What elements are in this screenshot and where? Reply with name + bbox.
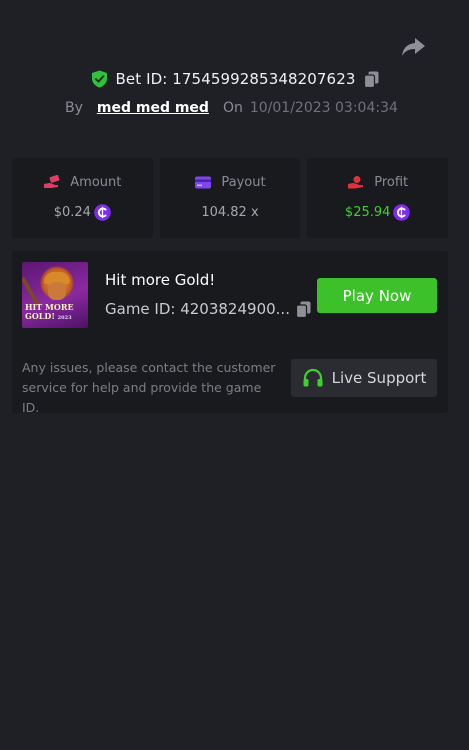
game-thumbnail[interactable]: HIT MORE GOLD! 2023: [22, 262, 88, 328]
game-id-row: Game ID: 4203824900...: [105, 300, 311, 318]
stat-label: Profit: [374, 175, 409, 190]
amount-value: $0.24: [53, 204, 91, 220]
stat-label: Payout: [221, 175, 266, 190]
hand-coins-icon: [44, 175, 60, 188]
copy-icon[interactable]: [295, 301, 311, 318]
bet-id-row: Bet ID: 1754599285348207623: [0, 68, 469, 90]
live-support-button[interactable]: Live Support: [291, 359, 437, 397]
stat-value: 104.82 x: [201, 203, 258, 221]
share-arrow-icon[interactable]: [401, 36, 427, 58]
bet-id-text: Bet ID: 1754599285348207623: [115, 70, 356, 88]
bet-datetime: 10/01/2023 03:04:34: [249, 100, 398, 116]
game-title: Hit more Gold!: [105, 271, 216, 289]
payout-value: 104.82 x: [201, 204, 259, 220]
stat-label: Amount: [70, 175, 122, 190]
bet-author-row: By med med med On 10/01/2023 03:04:34: [65, 97, 398, 119]
stat-payout: Payout 104.82 x: [159, 158, 301, 238]
on-label: On: [222, 100, 243, 116]
play-now-button[interactable]: Play Now: [317, 278, 437, 313]
headset-icon: [303, 368, 323, 387]
by-label: By: [65, 100, 83, 116]
support-message: Any issues, please contact the customer …: [22, 360, 276, 415]
game-card: HIT MORE GOLD! 2023 Hit more Gold! Game …: [12, 251, 448, 415]
username-link[interactable]: med med med: [97, 100, 209, 116]
hand-profit-icon: [348, 176, 364, 189]
coin-icon: [94, 203, 111, 221]
profit-value: $25.94: [344, 204, 391, 220]
coin-icon: [393, 203, 411, 221]
stat-value: $0.24: [54, 203, 111, 221]
stat-profit: Profit $25.94: [307, 158, 449, 238]
game-id-text: Game ID: 4203824900...: [105, 300, 290, 318]
thumbnail-logo: HIT MORE GOLD! 2023: [25, 302, 74, 322]
live-support-label: Live Support: [331, 369, 427, 387]
stat-amount: Amount $0.24: [12, 158, 153, 238]
copy-icon[interactable]: [363, 71, 379, 88]
stat-value: $25.94: [345, 203, 411, 221]
shield-check-icon: [91, 70, 107, 88]
bet-stats: Amount $0.24 Payout 104.82 x Profit $25.…: [12, 158, 449, 238]
card-icon: [195, 176, 212, 189]
